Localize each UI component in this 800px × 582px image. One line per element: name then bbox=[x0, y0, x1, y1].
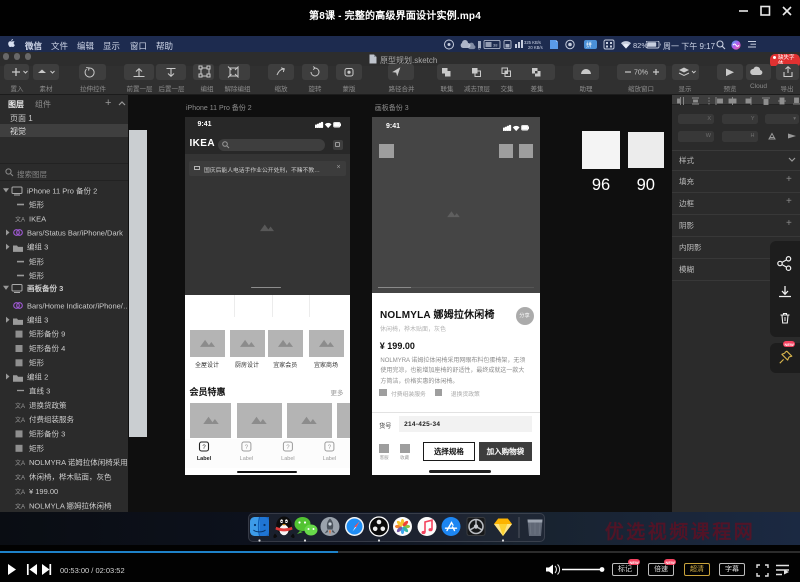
svg-text:拼: 拼 bbox=[586, 41, 592, 49]
svg-text:矩形备份 4: 矩形备份 4 bbox=[29, 343, 65, 353]
svg-text:IKEA: IKEA bbox=[29, 215, 46, 224]
svg-text:70%: 70% bbox=[634, 70, 648, 77]
svg-text:矩形备份 3: 矩形备份 3 bbox=[29, 428, 65, 438]
svg-text:编组 3: 编组 3 bbox=[27, 315, 48, 325]
svg-text:20 KB/s: 20 KB/s bbox=[528, 45, 543, 50]
svg-text:文A: 文A bbox=[15, 216, 25, 224]
svg-text:付费组装服务: 付费组装服务 bbox=[29, 414, 74, 424]
svg-text:矩形: 矩形 bbox=[29, 271, 44, 281]
svg-text:编组 3: 编组 3 bbox=[27, 242, 48, 252]
svg-text:Bars/Home Indicator/iPhone/…: Bars/Home Indicator/iPhone/… bbox=[27, 302, 128, 311]
svg-text:?: ? bbox=[327, 445, 331, 451]
svg-text:Label: Label bbox=[196, 456, 211, 462]
svg-text:矩形: 矩形 bbox=[29, 200, 44, 210]
svg-text:iPhone 11 Pro 备份 2: iPhone 11 Pro 备份 2 bbox=[27, 186, 97, 196]
svg-text:Label: Label bbox=[281, 456, 294, 462]
svg-text:文A: 文A bbox=[15, 416, 25, 424]
svg-text:退换货政策: 退换货政策 bbox=[29, 400, 67, 410]
svg-text:矩形: 矩形 bbox=[29, 443, 44, 453]
svg-text:文A: 文A bbox=[15, 474, 25, 482]
svg-text:NOLMYLA 娜姆拉休闲椅: NOLMYLA 娜姆拉休闲椅 bbox=[29, 500, 112, 510]
svg-text:¥ 199.00: ¥ 199.00 bbox=[29, 487, 58, 496]
svg-text:画板备份 3: 画板备份 3 bbox=[27, 283, 63, 293]
svg-text:38: 38 bbox=[493, 43, 498, 48]
svg-text:文A: 文A bbox=[15, 502, 25, 510]
svg-text:矩形: 矩形 bbox=[29, 257, 44, 267]
svg-text:矩形: 矩形 bbox=[29, 357, 44, 367]
svg-text:Bars/Status Bar/iPhone/Dark: Bars/Status Bar/iPhone/Dark bbox=[27, 229, 123, 238]
svg-text:Label: Label bbox=[239, 456, 252, 462]
svg-text:直线 3: 直线 3 bbox=[29, 386, 50, 396]
svg-text:?: ? bbox=[202, 445, 206, 451]
svg-text:文A: 文A bbox=[15, 488, 25, 496]
svg-text:文A: 文A bbox=[15, 402, 25, 410]
svg-text:编组 2: 编组 2 bbox=[27, 372, 48, 382]
svg-text:Label: Label bbox=[322, 456, 335, 462]
svg-text:文A: 文A bbox=[15, 459, 25, 467]
svg-text:NOLMYRA 诺姆拉体闲椅采用…: NOLMYRA 诺姆拉体闲椅采用… bbox=[29, 457, 128, 467]
svg-text:矩形备份 9: 矩形备份 9 bbox=[29, 329, 65, 339]
svg-text:?: ? bbox=[286, 445, 290, 451]
svg-text:?: ? bbox=[244, 445, 248, 451]
svg-text:休闲椅，桦木贴面，灰色: 休闲椅，桦木贴面，灰色 bbox=[29, 472, 112, 482]
